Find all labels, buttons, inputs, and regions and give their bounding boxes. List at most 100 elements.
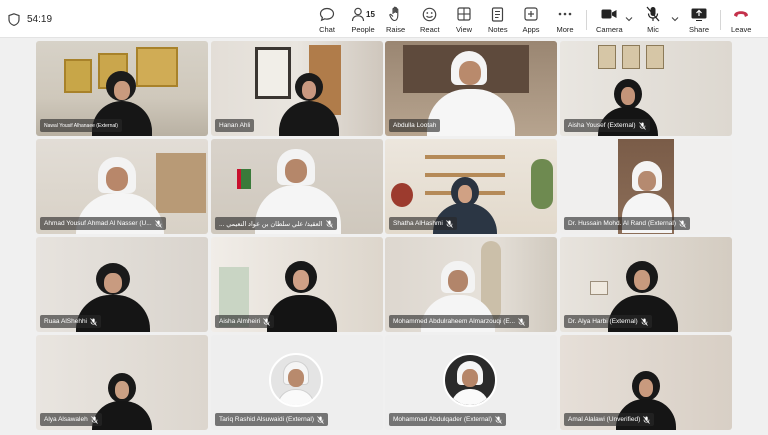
participant-tile[interactable]: Tariq Rashid Alsuwaidi (External) bbox=[211, 335, 383, 430]
participant-namebar: Mohammed Abdulraheem Almarzouqi (E... bbox=[389, 315, 530, 328]
participant-namebar: Mohammad Abdulqader (External) bbox=[389, 413, 506, 426]
portrait-frame bbox=[646, 45, 664, 69]
person-face bbox=[448, 270, 468, 292]
participant-name: Mohammed Abdulraheem Almarzouqi (E... bbox=[393, 318, 516, 325]
mic-options-chevron-icon[interactable] bbox=[671, 15, 679, 23]
participant-namebar: Ahmad Yousuf Ahmad Al Nasser (U... bbox=[40, 217, 166, 230]
person-body bbox=[267, 295, 337, 332]
people-icon bbox=[351, 7, 365, 21]
shield-icon bbox=[8, 13, 20, 26]
participant-namebar: Amal Alalawi (Unverified) bbox=[564, 413, 655, 426]
chat-label: Chat bbox=[319, 25, 335, 34]
view-button[interactable]: View bbox=[455, 6, 473, 36]
more-button[interactable]: More bbox=[556, 6, 574, 36]
participant-name: Alya Alsawaleh bbox=[44, 416, 88, 423]
plant bbox=[531, 159, 553, 209]
person-face bbox=[621, 87, 635, 105]
mic-muted-icon bbox=[640, 317, 648, 326]
participant-tile[interactable]: Abdulla Lootah bbox=[385, 41, 557, 136]
person-face bbox=[104, 273, 122, 293]
person-face bbox=[638, 171, 656, 191]
participant-name: Shatha AlHashmi bbox=[393, 220, 443, 227]
leave-label: Leave bbox=[731, 25, 752, 34]
person-face bbox=[634, 270, 650, 290]
portrait-frame bbox=[622, 45, 640, 69]
participant-tile[interactable]: Dr. Alya Harbi (External) bbox=[560, 237, 732, 332]
notes-icon bbox=[492, 6, 504, 22]
person-face bbox=[459, 61, 481, 85]
mic-muted-icon bbox=[638, 121, 646, 130]
shelf bbox=[425, 155, 505, 159]
people-label: People bbox=[351, 25, 375, 34]
add-apps-icon bbox=[524, 7, 538, 21]
mic-button[interactable]: Mic bbox=[644, 6, 662, 36]
participant-tile[interactable]: Shatha AlHashmi bbox=[385, 139, 557, 234]
participant-tile[interactable]: Aisha Almheiri bbox=[211, 237, 383, 332]
camera-options-chevron-icon[interactable] bbox=[625, 15, 633, 23]
participant-tile[interactable]: Hanan Ahli bbox=[211, 41, 383, 136]
chat-icon bbox=[319, 7, 335, 21]
share-button[interactable]: Share bbox=[689, 6, 709, 36]
participant-tile[interactable]: Aisha Yousef (External) bbox=[560, 41, 732, 136]
participant-name: Ahmad Yousuf Ahmad Al Nasser (U... bbox=[44, 220, 152, 227]
react-button[interactable]: React bbox=[420, 6, 440, 36]
participant-tile[interactable]: Mohammad Abdulqader (External) bbox=[385, 335, 557, 430]
participant-tile[interactable]: العقيد/ علي سلطان بن عواد النعيمي ... bbox=[211, 139, 383, 234]
mic-muted-icon bbox=[317, 415, 324, 424]
raise-hand-icon bbox=[388, 6, 398, 22]
people-button[interactable]: 15 People bbox=[350, 6, 376, 36]
participant-tile[interactable]: Mohammed Abdulraheem Almarzouqi (E... bbox=[385, 237, 557, 332]
leave-button[interactable]: Leave bbox=[731, 6, 751, 36]
participant-name: Aisha Almheiri bbox=[219, 318, 261, 325]
participant-namebar: Nawal Yousif Alhanaee (External) bbox=[40, 119, 122, 132]
participant-namebar: Ruaa AlShehhi bbox=[40, 315, 102, 328]
person-face bbox=[285, 159, 307, 183]
participant-tile[interactable]: Ruaa AlShehhi bbox=[36, 237, 208, 332]
avatar-face bbox=[462, 369, 478, 387]
avatar bbox=[443, 353, 497, 407]
participant-tile[interactable]: Amal Alalawi (Unverified) bbox=[560, 335, 732, 430]
camera-icon bbox=[601, 9, 617, 19]
camera-button[interactable]: Camera bbox=[596, 6, 623, 36]
participant-namebar: Aisha Almheiri bbox=[215, 315, 275, 328]
participant-name: Dr. Alya Harbi (External) bbox=[568, 318, 638, 325]
participant-name: العقيد/ علي سلطان بن عواد النعيمي ... bbox=[219, 220, 323, 228]
wall-decor bbox=[156, 153, 206, 213]
apps-button[interactable]: Apps bbox=[522, 6, 540, 36]
participant-tile[interactable]: Dr. Hussain Mohd. Al Rand (External) bbox=[560, 139, 732, 234]
grid-view-icon bbox=[457, 7, 471, 21]
mic-muted-icon bbox=[90, 415, 98, 424]
person-face bbox=[114, 81, 130, 100]
person-face bbox=[302, 81, 316, 99]
share-screen-icon bbox=[691, 8, 707, 21]
photo-frame bbox=[590, 281, 608, 295]
participant-tile[interactable]: Nawal Yousif Alhanaee (External) bbox=[36, 41, 208, 136]
participant-namebar: Dr. Hussain Mohd. Al Rand (External) bbox=[564, 217, 691, 230]
toolbar-divider bbox=[586, 10, 587, 30]
mic-muted-icon bbox=[646, 6, 660, 22]
person-face bbox=[106, 167, 128, 191]
portrait-frame bbox=[598, 45, 616, 69]
raise-hand-button[interactable]: Raise bbox=[386, 6, 405, 36]
flag-stripe bbox=[237, 169, 241, 189]
mic-label: Mic bbox=[647, 25, 659, 34]
avatar-body bbox=[451, 389, 489, 405]
notes-button[interactable]: Notes bbox=[488, 6, 508, 36]
people-count: 15 bbox=[366, 9, 375, 19]
mic-muted-icon bbox=[325, 219, 333, 228]
participant-namebar: Tariq Rashid Alsuwaidi (External) bbox=[215, 413, 329, 426]
react-label: React bbox=[420, 25, 440, 34]
participant-name: Hanan Ahli bbox=[219, 122, 251, 129]
participant-tile[interactable]: Ahmad Yousuf Ahmad Al Nasser (U... bbox=[36, 139, 208, 234]
meeting-toolbar: 54:19 Chat 15 People Raise React View No… bbox=[0, 0, 768, 38]
participant-namebar: Dr. Alya Harbi (External) bbox=[564, 315, 652, 328]
chat-button[interactable]: Chat bbox=[318, 6, 336, 36]
avatar bbox=[269, 353, 323, 407]
toolbar-divider bbox=[720, 10, 721, 30]
participant-name: Ruaa AlShehhi bbox=[44, 318, 88, 325]
participant-namebar: Alya Alsawaleh bbox=[40, 413, 102, 426]
smiley-icon bbox=[422, 7, 437, 21]
hang-up-icon bbox=[734, 11, 749, 17]
participant-tile[interactable]: Alya Alsawaleh bbox=[36, 335, 208, 430]
participant-name: Dr. Hussain Mohd. Al Rand (External) bbox=[568, 220, 677, 227]
